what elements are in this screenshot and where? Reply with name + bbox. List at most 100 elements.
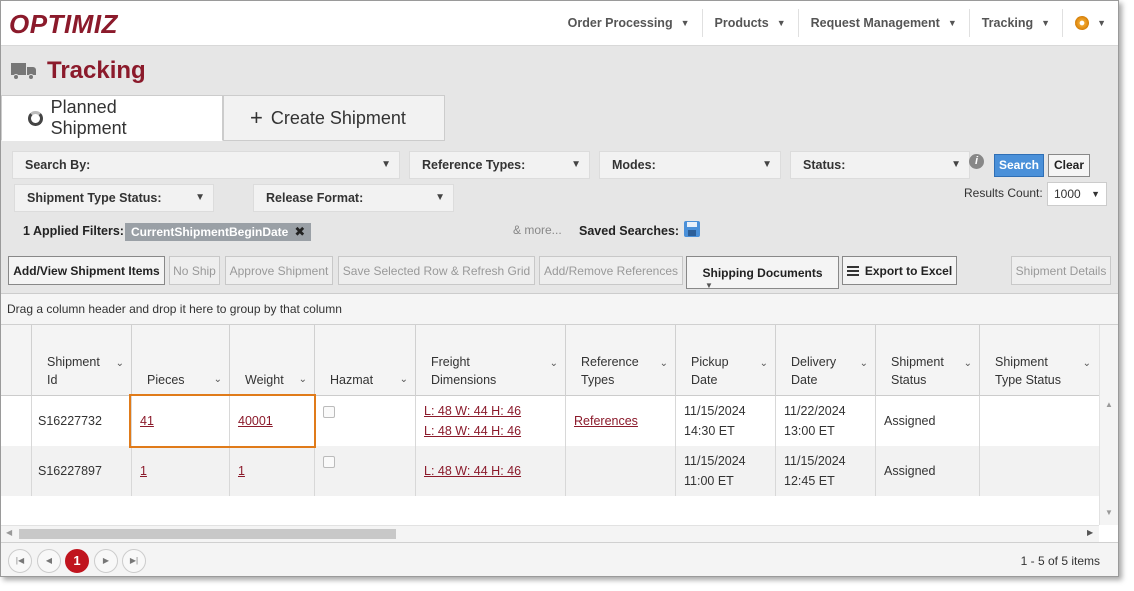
grid-header: Shipment Id ⌄ Pieces ⌄ Weight ⌄ Hazmat ⌄… xyxy=(1,325,1099,396)
col-delivery-date[interactable]: Delivery Date ⌄ xyxy=(775,325,876,396)
chevron-down-icon[interactable]: ⌄ xyxy=(760,355,768,373)
truck-icon xyxy=(11,63,37,80)
col-hazmat[interactable]: Hazmat ⌄ xyxy=(314,325,416,396)
results-count-value: 1000 xyxy=(1054,187,1081,201)
chevron-down-icon[interactable]: ⌄ xyxy=(116,355,124,373)
add-view-items-button[interactable]: Add/View Shipment Items xyxy=(8,256,165,285)
export-excel-button[interactable]: Export to Excel xyxy=(842,256,957,285)
dropdown-label: Release Format: xyxy=(266,191,364,205)
nav-settings[interactable]: ▼ xyxy=(1062,9,1118,37)
chevron-down-icon[interactable]: ⌄ xyxy=(400,371,408,389)
search-by-dropdown[interactable]: Search By: ▼ xyxy=(12,151,400,179)
nav-label: Tracking xyxy=(981,16,1034,30)
freight-dimensions-link[interactable]: L: 48 W: 44 H: 46 xyxy=(424,401,566,421)
cell-weight: 40001 xyxy=(229,396,315,446)
tab-planned-shipment[interactable]: Planned Shipment xyxy=(1,95,223,141)
nav-order-processing[interactable]: Order Processing ▼ xyxy=(556,9,702,37)
header-label: Type Status xyxy=(995,373,1062,387)
col-shipment-id[interactable]: Shipment Id ⌄ xyxy=(31,325,132,396)
reference-types-dropdown[interactable]: Reference Types: ▼ xyxy=(409,151,590,179)
cell-reference-types xyxy=(565,446,676,496)
pieces-link[interactable]: 1 xyxy=(140,461,230,481)
close-icon[interactable]: ✖ xyxy=(294,224,305,240)
col-pickup-date[interactable]: Pickup Date ⌄ xyxy=(675,325,776,396)
chevron-down-icon: ▼ xyxy=(776,18,786,28)
col-freight-dimensions[interactable]: Freight Dimensions ⌄ xyxy=(415,325,566,396)
tab-create-shipment[interactable]: + Create Shipment xyxy=(223,95,445,141)
row-selector[interactable] xyxy=(1,446,32,496)
tab-label: Planned Shipment xyxy=(50,97,127,138)
nav-tracking[interactable]: Tracking ▼ xyxy=(968,9,1062,37)
pickup-date: 11/15/2024 xyxy=(684,454,746,468)
cell-freight: L: 48 W: 44 H: 46 xyxy=(415,446,566,496)
freight-dimensions-link[interactable]: L: 48 W: 44 H: 46 xyxy=(424,461,566,481)
col-pieces[interactable]: Pieces ⌄ xyxy=(131,325,230,396)
clear-button[interactable]: Clear xyxy=(1048,154,1090,177)
shipment-details-button[interactable]: Shipment Details xyxy=(1011,256,1111,285)
col-reference-types[interactable]: Reference Types ⌄ xyxy=(565,325,676,396)
chevron-down-icon[interactable]: ⌄ xyxy=(214,371,222,389)
scroll-right-icon[interactable]: ▶ xyxy=(1087,528,1093,537)
table-row[interactable]: S16227897 1 1 L: 48 W: 44 H: 46 11/15/20… xyxy=(1,446,1099,496)
no-ship-button[interactable]: No Ship xyxy=(169,256,220,285)
scroll-up-icon[interactable]: ▲ xyxy=(1105,400,1113,409)
logo[interactable]: OPTIMIZ xyxy=(9,9,118,40)
horizontal-scrollbar[interactable]: ◀ ▶ xyxy=(1,525,1099,542)
delivery-date: 11/15/2024 xyxy=(784,454,846,468)
col-shipment-type-status[interactable]: Shipment Type Status ⌄ xyxy=(979,325,1099,396)
vertical-scrollbar[interactable]: ▲ ▼ xyxy=(1099,325,1118,525)
references-link[interactable]: References xyxy=(574,411,676,431)
chevron-down-icon: ▼ xyxy=(680,18,690,28)
scroll-down-icon[interactable]: ▼ xyxy=(1105,508,1113,517)
status-dropdown[interactable]: Status: ▼ xyxy=(790,151,970,179)
scroll-left-icon[interactable]: ◀ xyxy=(6,528,12,537)
nav-label: Products xyxy=(714,16,769,30)
col-weight[interactable]: Weight ⌄ xyxy=(229,325,315,396)
table-row[interactable]: S16227732 41 40001 L: 48 W: 44 H: 46 L: … xyxy=(1,396,1099,446)
prev-page-icon[interactable]: ◀ xyxy=(37,549,61,573)
weight-link[interactable]: 1 xyxy=(238,461,315,481)
col-shipment-status[interactable]: Shipment Status ⌄ xyxy=(875,325,980,396)
cell-shipment-id: S16227897 xyxy=(31,446,132,496)
save-refresh-button[interactable]: Save Selected Row & Refresh Grid xyxy=(338,256,535,285)
status-text: Assigned xyxy=(884,414,936,428)
header-label: Freight xyxy=(431,355,470,369)
chevron-down-icon[interactable]: ⌄ xyxy=(964,355,972,373)
pieces-link[interactable]: 41 xyxy=(140,411,230,431)
save-icon[interactable] xyxy=(684,221,700,237)
header-label: Id xyxy=(47,373,58,387)
chevron-down-icon[interactable]: ⌄ xyxy=(550,355,558,373)
approve-shipment-button[interactable]: Approve Shipment xyxy=(225,256,333,285)
current-page-button[interactable]: 1 xyxy=(65,549,89,573)
weight-link[interactable]: 40001 xyxy=(238,411,315,431)
more-filters-link[interactable]: & more... xyxy=(513,223,562,237)
search-button[interactable]: Search xyxy=(994,154,1044,177)
chevron-down-icon[interactable]: ⌄ xyxy=(860,355,868,373)
applied-filter-chip[interactable]: CurrentShipmentBeginDate ✖ xyxy=(125,223,312,241)
freight-dimensions-link[interactable]: L: 48 W: 44 H: 46 xyxy=(424,421,566,441)
add-remove-references-button[interactable]: Add/Remove References xyxy=(539,256,683,285)
nav-request-management[interactable]: Request Management ▼ xyxy=(797,9,969,37)
first-page-icon[interactable]: |◀ xyxy=(8,549,32,573)
info-icon[interactable]: i xyxy=(969,154,984,169)
shipment-type-status-dropdown[interactable]: Shipment Type Status: ▼ xyxy=(14,184,214,212)
modes-dropdown[interactable]: Modes: ▼ xyxy=(599,151,781,179)
last-page-icon[interactable]: ▶| xyxy=(122,549,146,573)
hazmat-checkbox[interactable] xyxy=(323,456,335,468)
nav-products[interactable]: Products ▼ xyxy=(701,9,798,37)
chevron-down-icon[interactable]: ⌄ xyxy=(660,355,668,373)
cell-type-status xyxy=(979,396,1099,446)
next-page-icon[interactable]: ▶ xyxy=(94,549,118,573)
chevron-down-icon[interactable]: ⌄ xyxy=(299,371,307,389)
cell-pieces: 41 xyxy=(131,396,230,446)
chevron-down-icon[interactable]: ⌄ xyxy=(1083,355,1091,373)
chevron-down-icon: ▼ xyxy=(1097,18,1106,28)
shipping-documents-button[interactable]: Shipping Documents ▼ xyxy=(686,256,839,290)
scroll-thumb[interactable] xyxy=(19,529,396,539)
row-selector[interactable] xyxy=(1,396,32,446)
list-icon xyxy=(846,265,859,276)
hazmat-checkbox[interactable] xyxy=(323,406,335,418)
release-format-dropdown[interactable]: Release Format: ▼ xyxy=(253,184,454,212)
results-count-select[interactable]: 1000 ▼ xyxy=(1047,182,1107,206)
shipment-id: S16227897 xyxy=(38,464,102,478)
